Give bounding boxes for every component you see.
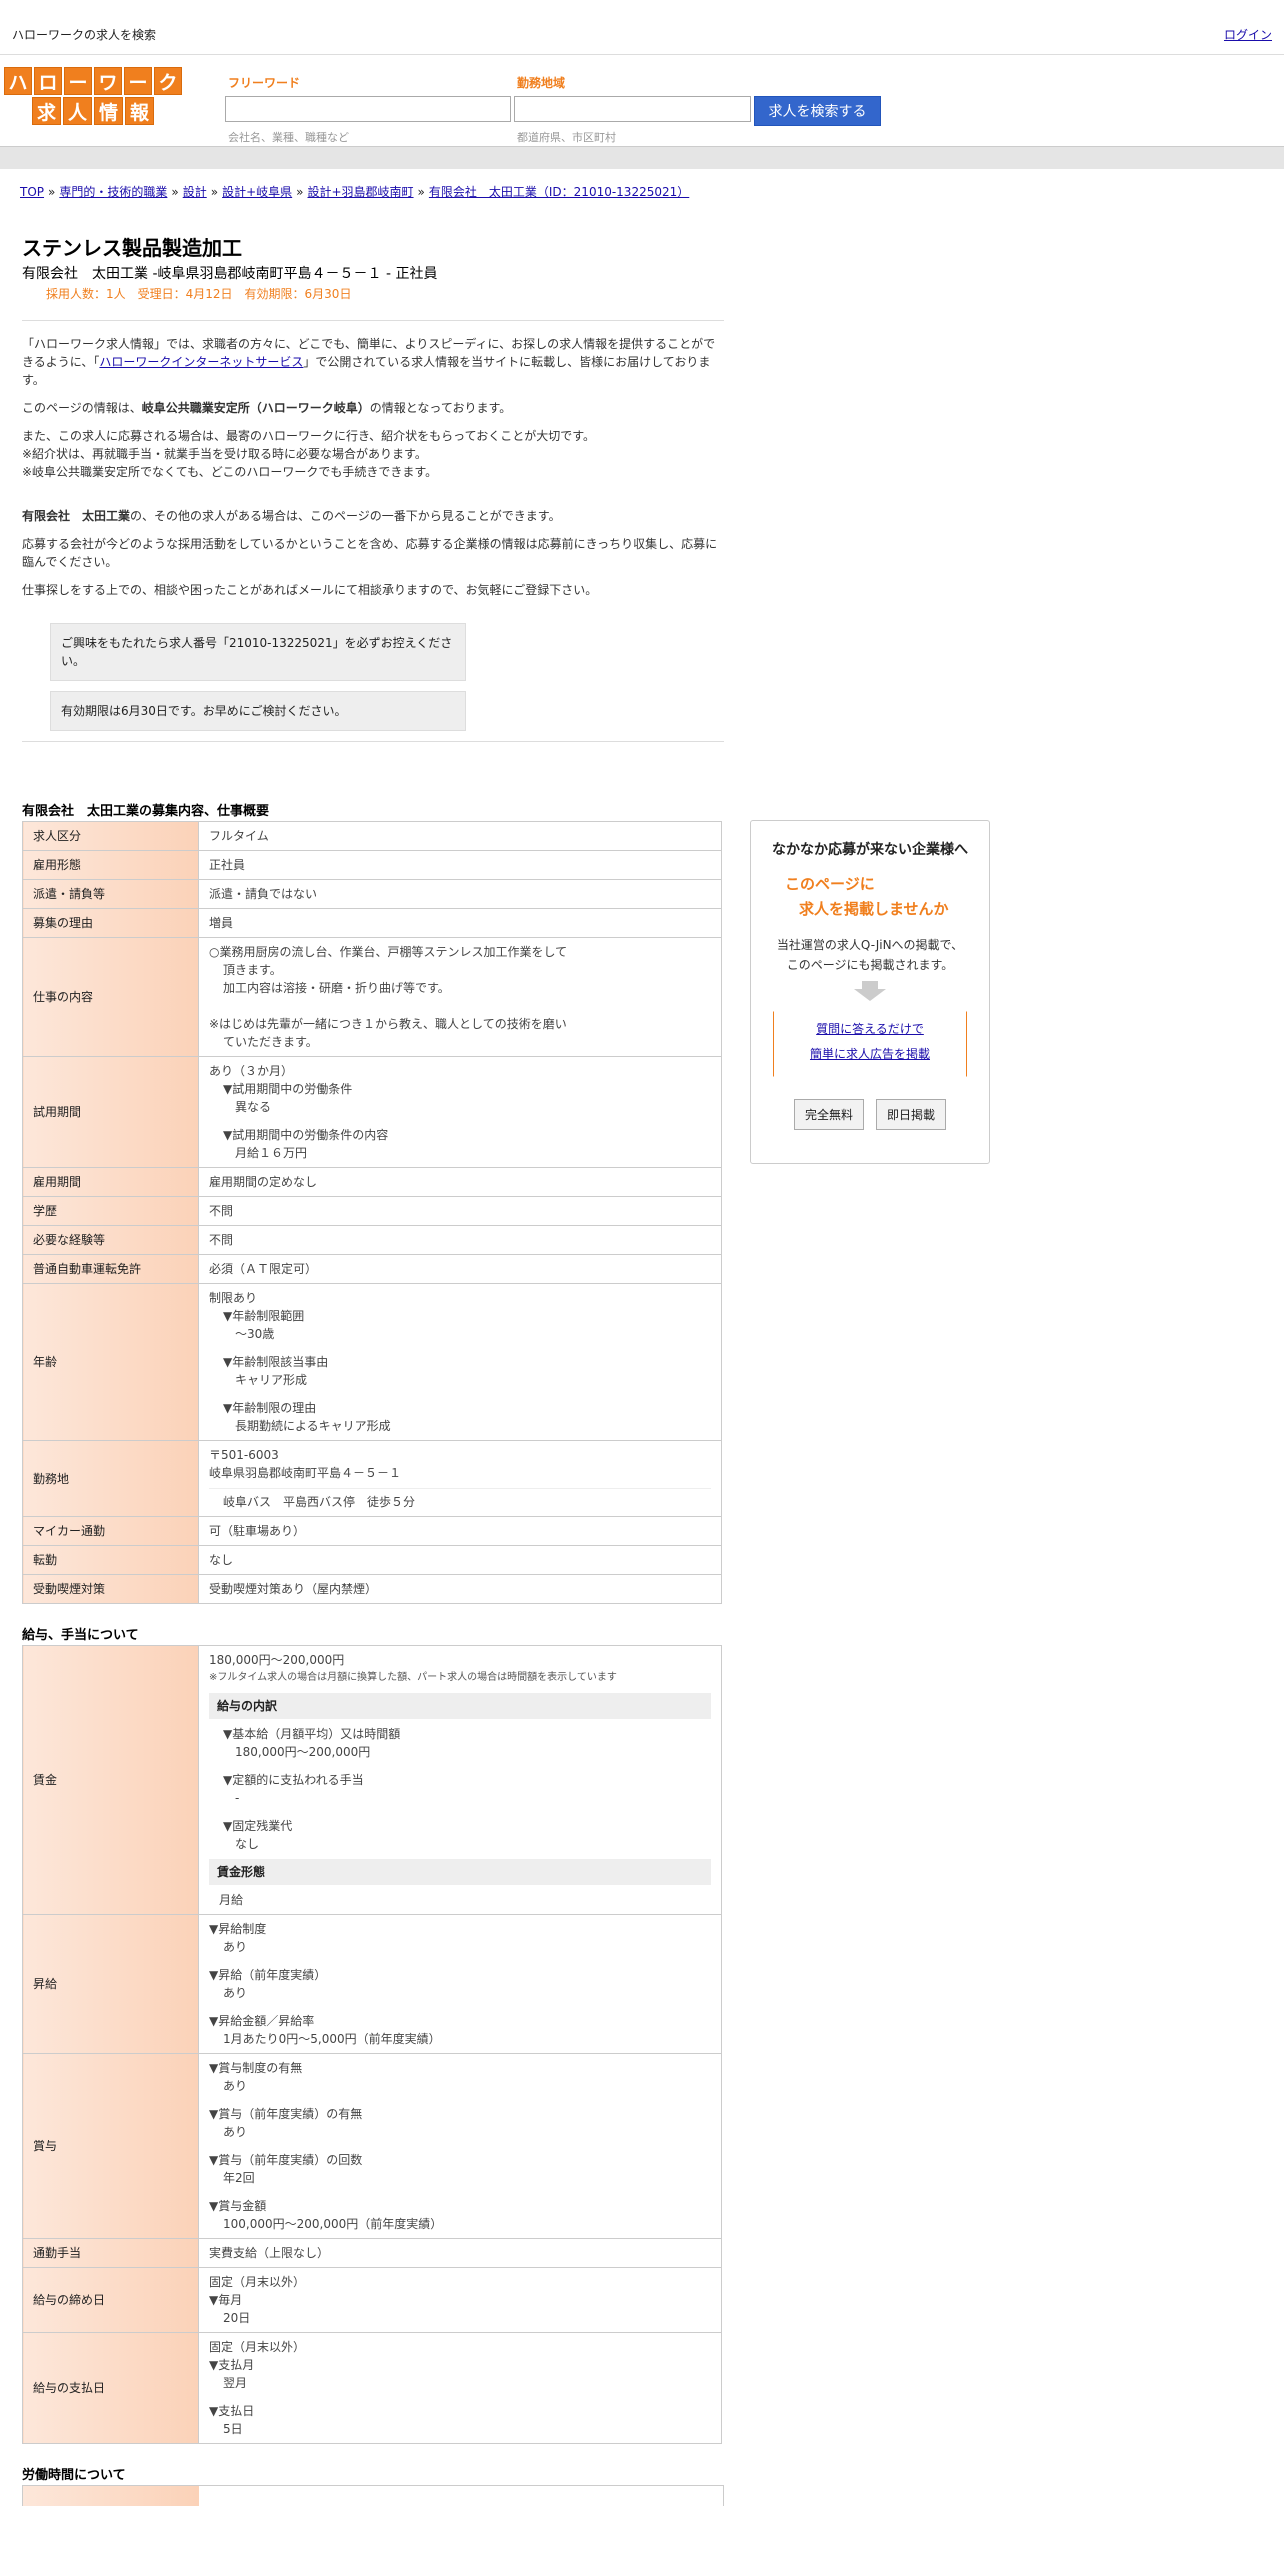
area-input[interactable] <box>514 96 751 122</box>
logo-char: ー <box>64 67 92 95</box>
main-content: ステンレス製品製造加工 有限会社 太田工業 -岐阜県羽島郡岐南町平島４－５－１ … <box>22 232 724 2506</box>
company-line: 有限会社 太田工業 -岐阜県羽島郡岐南町平島４－５－１ - 正社員 <box>22 266 438 282</box>
free-button[interactable]: 完全無料 <box>793 1099 864 1130</box>
overview-table: 求人区分 フルタイム 雇用形態 正社員 派遣・請負等 派遣・請負ではない 募集の理由増… <box>22 821 722 1604</box>
breadcrumb-prefecture[interactable]: 設計+岐阜県 <box>222 185 292 199</box>
breadcrumb-town[interactable]: 設計+羽島郡岐南町 <box>307 185 413 199</box>
salary-table: 賃金 180,000円〜200,000円 ※フルタイム求人の場合は月額に換算した… <box>22 1645 722 2444</box>
table-row: 試用期間 あり（３か月） ▼試用期間中の労働条件 異なる ▼試用期間中の労働条件… <box>22 1056 722 1168</box>
freeword-label: フリーワード <box>228 76 301 90</box>
section-overview-title: 有限会社 太田工業の募集内容、仕事概要 <box>22 804 270 819</box>
job-meta: 採用人数：1人 受理日：4月12日 有効期限：6月30日 <box>46 287 352 301</box>
breadcrumb-occupation[interactable]: 設計 <box>183 185 207 199</box>
logo-char: ワ <box>94 67 122 95</box>
down-arrow-icon <box>854 989 886 1001</box>
logo-char: 報 <box>125 97 154 125</box>
table-row: 賃金 180,000円〜200,000円 ※フルタイム求人の場合は月額に換算した… <box>22 1645 722 1915</box>
freeword-input[interactable] <box>225 96 511 122</box>
table-row: 普通自動車運転免許 必須（ＡＴ限定可） <box>22 1254 722 1284</box>
logo-char: ハ <box>4 67 32 95</box>
table-row: 求人区分 フルタイム <box>22 821 722 851</box>
table-row: 仕事の内容 ○業務用厨房の流し台、作業台、戸棚等ステンレス加工作業をして 頂きま… <box>22 937 722 1057</box>
table-row: 転勤 なし <box>22 1545 722 1575</box>
breadcrumb-top[interactable]: TOP <box>20 185 44 199</box>
logo-char: ク <box>154 67 182 95</box>
table-row: 学歴 不問 <box>22 1196 722 1226</box>
promo-link-post[interactable]: 簡単に求人広告を掲載 <box>774 1045 966 1062</box>
site-title: ハローワークの求人を検索 <box>12 28 157 42</box>
table-row: 受動喫煙対策 受動喫煙対策あり（屋内禁煙） <box>22 1574 722 1604</box>
table-row: 必要な経験等 不問 <box>22 1225 722 1255</box>
area-hint: 都道府県、市区町村 <box>517 131 616 144</box>
freeword-hint: 会社名、業種、職種など <box>228 131 349 144</box>
table-row: 給与の支払日 固定（月末以外） ▼支払月 翌月 ▼支払日 5日 <box>22 2332 722 2444</box>
section-hours-title: 労働時間について <box>22 2468 126 2483</box>
logo-char: 求 <box>32 97 61 125</box>
table-row: 通勤手当 実費支給（上限なし） <box>22 2238 722 2268</box>
table-row: 給与の締め日 固定（月末以外） ▼毎月 20日 <box>22 2267 722 2333</box>
same-day-button[interactable]: 即日掲載 <box>876 1099 947 1130</box>
area-label: 勤務地域 <box>517 76 566 90</box>
job-title: ステンレス製品製造加工 <box>22 236 242 260</box>
breadcrumb: TOP» 専門的・技術的職業» 設計» 設計+岐阜県» 設計+羽島郡岐南町» 有限会社 太… <box>20 185 690 199</box>
login-link[interactable]: ログイン <box>1224 26 1272 43</box>
breadcrumb-category[interactable]: 専門的・技術的職業 <box>59 185 167 199</box>
logo-char: 情 <box>94 97 123 125</box>
down-arrow-icon <box>862 981 878 989</box>
logo-char: ロ <box>34 67 62 95</box>
table-row: 賞与 ▼賞与制度の有無 あり ▼賞与（前年度実績）の有無 あり ▼賞与（前年度実… <box>22 2053 722 2239</box>
breadcrumb-company[interactable]: 有限会社 太田工業（ID：21010-13225021） <box>429 185 689 199</box>
header-divider-band <box>0 146 1284 169</box>
table-row: 昇給 ▼昇給制度 あり ▼昇給（前年度実績） あり ▼昇給金額／昇給率 1月あた… <box>22 1914 722 2054</box>
job-number-notice: ご興味をもたれたら求人番号「21010-13225021」を必ずお控えください。 <box>50 623 466 681</box>
intro-text: 「ハローワーク求人情報」では、求職者の方々に、どこでも、簡単に、よりスピーディに… <box>22 337 718 597</box>
section-salary-title: 給与、手当について <box>22 1628 139 1643</box>
table-row: 派遣・請負等 派遣・請負ではない <box>22 879 722 909</box>
expiry-notice: 有効期限は6月30日です。お早めにご検討ください。 <box>50 691 466 731</box>
logo-char: 人 <box>63 97 92 125</box>
table-row: 年齢 制限あり ▼年齢制限範囲 〜30歳 ▼年齢制限該当事由 キャリア形成 ▼年… <box>22 1283 722 1441</box>
table-row: 雇用期間 雇用期間の定めなし <box>22 1167 722 1197</box>
advertise-promo-box: なかなか応募が来ない企業様へ このページに 求人を掲載しませんか 当社運営の求人… <box>750 820 990 1164</box>
table-row: 勤務地 〒501-6003 岐阜県羽島郡岐南町平島４－５－１ 岐阜バス 平島西バ… <box>22 1440 722 1517</box>
hellowork-internet-link[interactable]: ハローワークインターネットサービス <box>99 355 303 369</box>
promo-link-question[interactable]: 質問に答えるだけで <box>774 1020 966 1037</box>
search-button[interactable]: 求人を検索する <box>754 96 881 126</box>
table-row: 募集の理由 増員 <box>22 908 722 938</box>
top-bar: ハローワークの求人を検索 ログイン <box>0 0 1284 55</box>
table-row: 雇用形態 正社員 <box>22 850 722 880</box>
logo-char: ー <box>124 67 152 95</box>
hellowork-logo[interactable]: ハ ロ ー ワ ー ク 求 人 情 報 <box>4 67 182 125</box>
table-row: マイカー通勤 可（駐車場あり） <box>22 1516 722 1546</box>
